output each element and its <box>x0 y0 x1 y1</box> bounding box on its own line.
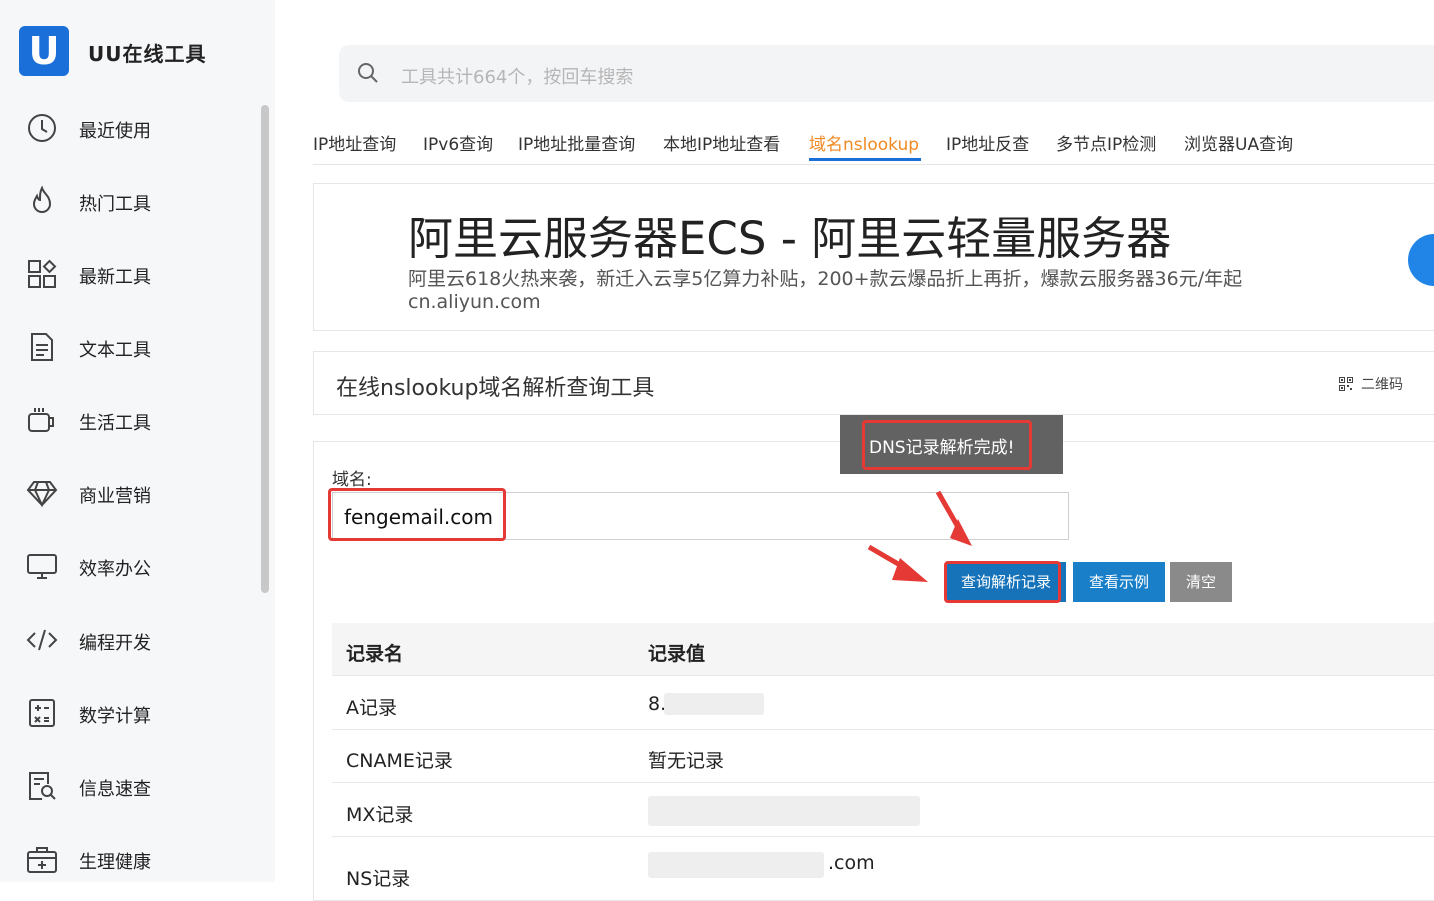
table-row: NS记录 .com <box>332 838 1434 891</box>
header-record-value: 记录值 <box>648 643 706 665</box>
record-name: CNAME记录 <box>346 750 453 772</box>
table-header-row: 记录名 记录值 <box>332 623 1434 676</box>
clear-button[interactable]: 清空 <box>1170 562 1232 602</box>
view-example-button[interactable]: 查看示例 <box>1073 562 1165 602</box>
redacted-value <box>648 796 920 826</box>
record-value: 暂无记录 <box>648 750 725 772</box>
record-name: NS记录 <box>346 868 411 890</box>
highlight-box-button <box>944 561 1061 603</box>
table-row: CNAME记录 暂无记录 <box>332 730 1434 783</box>
table-row: A记录 8. <box>332 677 1434 730</box>
table-row: MX记录 <box>332 784 1434 837</box>
header-record-name: 记录名 <box>346 643 404 665</box>
redacted-value <box>648 852 824 878</box>
record-name: MX记录 <box>346 804 414 826</box>
redacted-value <box>664 693 764 715</box>
record-name: A记录 <box>346 697 397 719</box>
record-value: .com <box>828 852 875 874</box>
